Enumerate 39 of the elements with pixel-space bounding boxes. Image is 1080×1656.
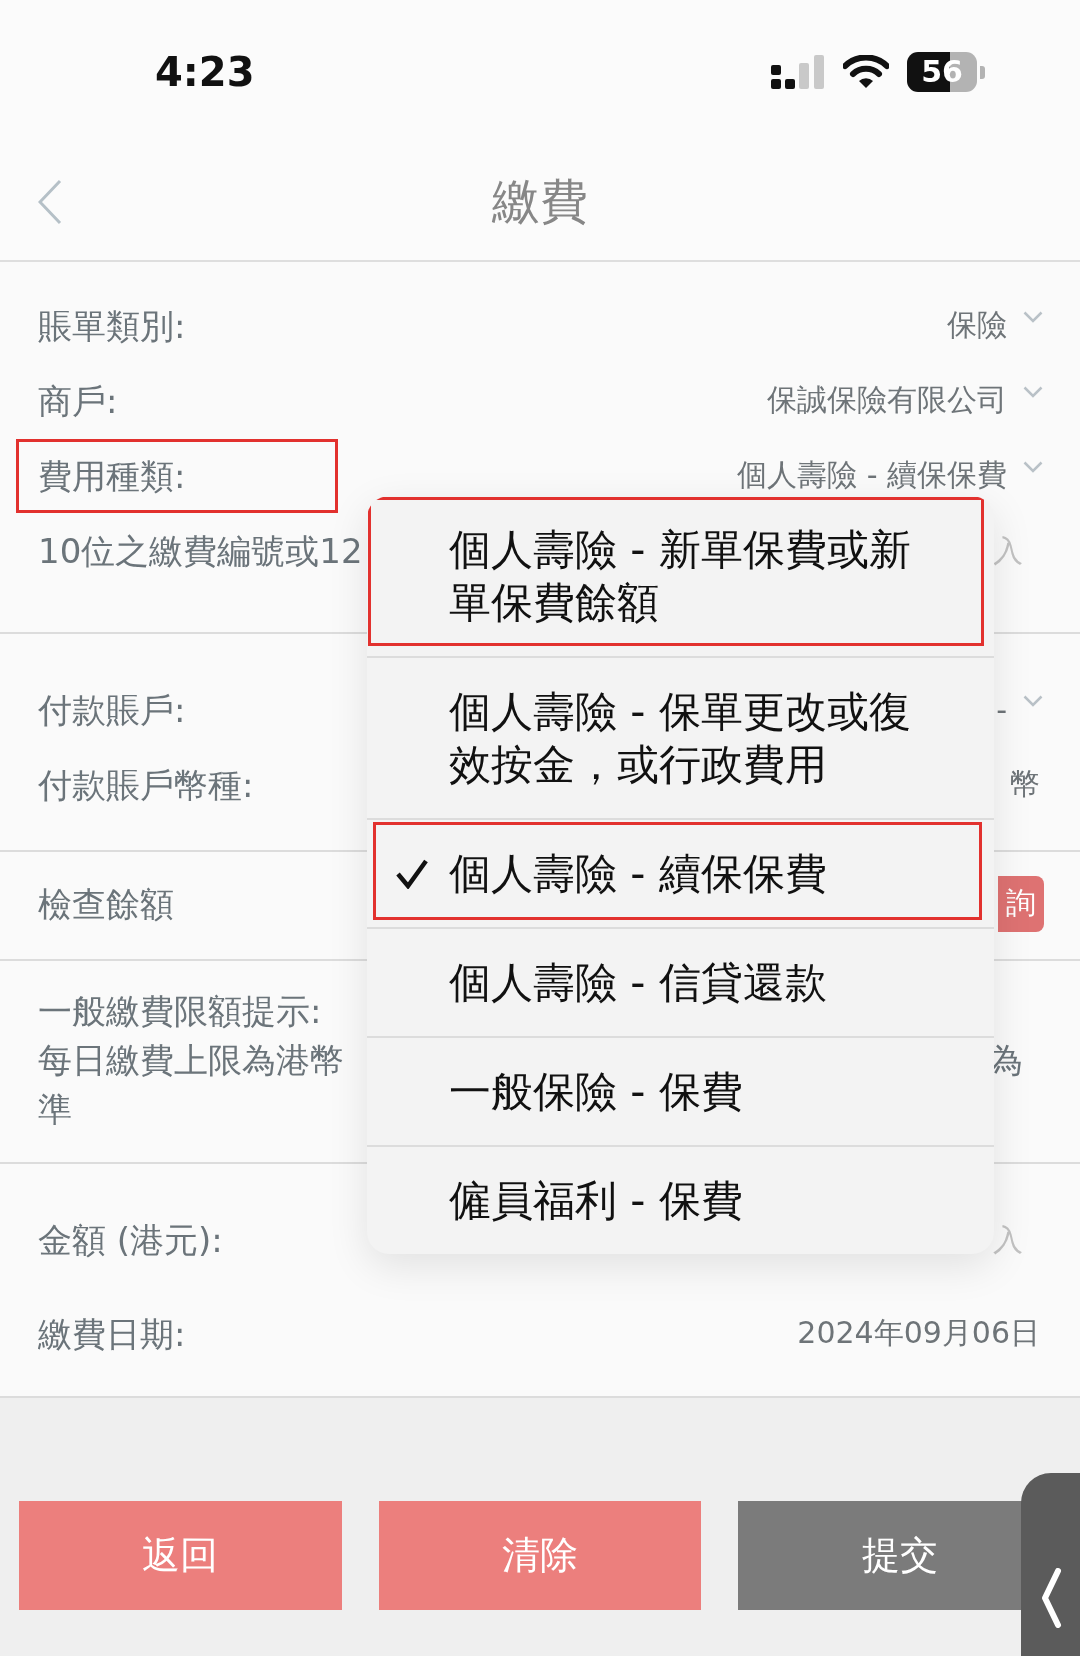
check-icon — [396, 858, 428, 889]
field-value[interactable]: 個人壽險 - 續保保費 — [737, 455, 1007, 496]
notice-text: 準 — [38, 1088, 72, 1131]
menu-option[interactable]: 個人壽險 - 保單更改或復效按金，或行政費用 — [367, 658, 994, 820]
page-title: 繳費 — [492, 172, 588, 231]
status-time: 4:23 — [155, 49, 255, 95]
field-value: 幣 — [1010, 765, 1040, 803]
query-button[interactable]: 詢 — [998, 875, 1044, 932]
chevron-down-icon[interactable] — [1023, 694, 1043, 707]
field-label: 檢查餘額 — [38, 883, 174, 924]
action-button[interactable]: 清除 — [378, 1501, 702, 1610]
back-icon — [38, 179, 62, 225]
field-label: 費用種類: — [16, 438, 338, 513]
field-label: 10位之繳費編號或12 — [38, 530, 363, 571]
action-button[interactable]: 返回 — [19, 1501, 342, 1610]
back-button[interactable] — [38, 179, 62, 225]
field-label: 商戶: — [38, 380, 118, 421]
field-label: 付款賬戶幣種: — [38, 764, 254, 805]
field-label: 賬單類別: — [38, 305, 186, 346]
chevron-down-icon[interactable] — [1023, 460, 1043, 473]
floating-side-menu[interactable] — [1021, 1473, 1080, 1656]
field-value[interactable]: 保誠保險有限公司 — [767, 380, 1007, 421]
field-value[interactable]: - — [996, 692, 1007, 727]
field-label: 金額 (港元): — [38, 1219, 223, 1260]
menu-option[interactable]: 個人壽險 - 續保保費 — [367, 820, 994, 929]
wifi-icon — [843, 55, 889, 89]
field-value: 2024年09月06日 — [797, 1314, 1040, 1352]
field-label: 付款賬戶: — [38, 689, 186, 730]
menu-option[interactable]: 個人壽險 - 新單保費或新單保費餘額 — [367, 496, 994, 658]
menu-option[interactable]: 一般保險 - 保費 — [367, 1038, 994, 1147]
field-value[interactable]: 保險 — [947, 305, 1007, 346]
signal-icon — [771, 55, 825, 89]
field-label: 繳費日期: — [38, 1313, 186, 1354]
menu-option[interactable]: 個人壽險 - 信貸還款 — [367, 929, 994, 1038]
chevron-left-icon — [1039, 1568, 1062, 1628]
chevron-down-icon[interactable] — [1023, 310, 1043, 323]
notice-text: 每日繳費上限為港幣 — [38, 1039, 344, 1082]
chevron-down-icon[interactable] — [1023, 385, 1043, 398]
notice-label: 一般繳費限額提示: — [38, 990, 322, 1033]
